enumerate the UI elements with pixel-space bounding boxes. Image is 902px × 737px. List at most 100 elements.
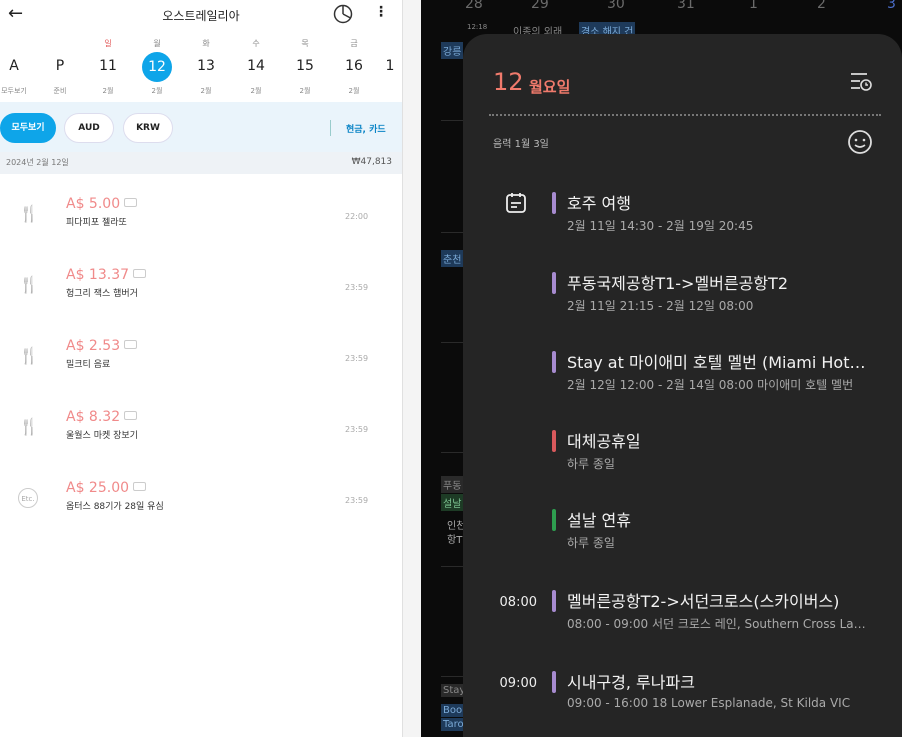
filter-all-button[interactable]: 모두보기 <box>0 113 56 143</box>
expense-amount: A$ 13.37 <box>66 267 147 283</box>
date-weekday: 일 <box>104 39 112 48</box>
expense-name: 옵터스 88기가 28일 유심 <box>66 502 164 512</box>
event-color-bar <box>552 272 556 294</box>
date-sub: 2월 <box>250 87 262 95</box>
date-item-17[interactable]: 1 <box>378 38 402 86</box>
calendar-event-icon <box>506 193 526 213</box>
date-sub: 2월 <box>299 87 311 95</box>
event-title: 호주 여행 <box>567 194 631 213</box>
date-weekday: 금 <box>350 39 358 48</box>
expense-time: 22:00 <box>345 212 369 221</box>
event-item[interactable]: 09:00 시내구경, 루나파크 09:00 - 16:00 18 Lower … <box>463 668 902 728</box>
date-weekday <box>378 38 402 50</box>
event-item[interactable]: 대체공휴일 하루 종일 <box>463 427 902 487</box>
expense-row[interactable]: 🍴 A$ 5.00 피다피포 젤라또 22:00 <box>0 180 402 251</box>
expense-time: 23:59 <box>345 354 369 363</box>
card-icon <box>133 268 147 278</box>
card-icon <box>124 197 138 207</box>
dotted-divider <box>489 114 881 116</box>
filter-krw-button[interactable]: KRW <box>123 113 173 143</box>
event-item[interactable]: 08:00 멜버른공항T2->서던크로스(스카이버스) 08:00 - 09:0… <box>463 587 902 647</box>
bg-day-number: 28 <box>465 0 483 12</box>
filter-aud-button[interactable]: AUD <box>64 113 114 143</box>
day-name: 월요일 <box>529 78 571 96</box>
event-detail: 하루 종일 <box>567 536 615 550</box>
date-item-11[interactable]: 일 11 2월 <box>88 38 128 96</box>
bg-event: 춘천 <box>441 250 464 267</box>
event-color-bar <box>552 351 556 373</box>
date-item-12[interactable]: 월 12 2월 <box>137 38 177 96</box>
bg-day-number: 30 <box>607 0 625 12</box>
event-title: 설날 연휴 <box>567 511 631 530</box>
more-options-icon[interactable]: ⋮ <box>374 4 388 20</box>
card-icon <box>133 481 147 491</box>
date-item-14[interactable]: 수 14 2월 <box>236 38 276 96</box>
date-sub: 2월 <box>102 87 114 95</box>
panel-divider <box>402 0 421 737</box>
date-sub: 2월 <box>151 87 163 95</box>
bg-gridline <box>441 452 463 453</box>
date-item-13[interactable]: 화 13 2월 <box>186 38 226 96</box>
date-weekday: 화 <box>202 39 210 48</box>
bg-day-number: 3 <box>887 0 896 12</box>
event-time: 08:00 <box>499 595 537 610</box>
expense-time: 23:59 <box>345 425 369 434</box>
date-day: P <box>55 58 65 74</box>
bg-event: 푸동 <box>441 476 464 493</box>
event-color-bar <box>552 430 556 452</box>
date-sub: 준비 <box>53 87 67 95</box>
expense-name: 울월스 마켓 장보기 <box>66 431 138 441</box>
event-title: 푸동국제공항T1->멜버른공항T2 <box>567 274 789 293</box>
bg-gridline <box>441 232 463 233</box>
date-weekday: 월 <box>153 39 161 48</box>
event-time: 09:00 <box>499 676 537 691</box>
date-day: 1 <box>385 58 395 74</box>
payment-filter-button[interactable]: 현금, 카드 <box>346 122 386 135</box>
expense-row[interactable]: 🍴 A$ 8.32 울월스 마켓 장보기 23:59 <box>0 393 402 464</box>
day-header-total: ₩47,813 <box>351 157 392 167</box>
smiley-icon[interactable] <box>847 129 873 155</box>
date-item-all[interactable]: A 모두보기 <box>0 38 34 96</box>
date-item-16[interactable]: 금 16 2월 <box>334 38 374 96</box>
bg-gridline <box>441 566 463 567</box>
event-color-bar <box>552 192 556 214</box>
date-day-selected: 12 <box>142 52 172 82</box>
date-sub: 2월 <box>348 87 360 95</box>
event-detail: 09:00 - 16:00 18 Lower Esplanade, St Kil… <box>567 696 851 710</box>
day-header-date: 2024년 2월 12일 <box>6 158 69 167</box>
date-item-prep[interactable]: P 준비 <box>40 38 80 96</box>
fork-knife-icon: 🍴 <box>19 346 39 365</box>
bg-gridline <box>441 342 463 343</box>
expense-name: 밀크티 음료 <box>66 360 111 370</box>
expense-row[interactable]: 🍴 A$ 13.37 헝그리 잭스 햄버거 23:59 <box>0 251 402 322</box>
day-number: 12 <box>493 68 524 96</box>
filter-divider <box>330 120 331 136</box>
expense-time: 23:59 <box>345 496 369 505</box>
event-item[interactable]: 호주 여행 2월 11일 14:30 - 2월 19일 20:45 <box>463 189 902 249</box>
expense-amount: A$ 5.00 <box>66 196 138 212</box>
date-day: A <box>9 58 19 74</box>
expense-row[interactable]: 🍴 A$ 2.53 밀크티 음료 23:59 <box>0 322 402 393</box>
bg-event: Taro <box>441 718 466 731</box>
date-weekday <box>40 38 80 50</box>
event-color-bar <box>552 590 556 612</box>
date-day: 16 <box>345 58 363 74</box>
expense-amount: A$ 25.00 <box>66 480 147 496</box>
event-item[interactable]: 푸동국제공항T1->멜버른공항T2 2월 11일 21:15 - 2월 12일 … <box>463 269 902 329</box>
event-item[interactable]: Stay at 마이애미 호텔 멜번 (Miami Hotel Melbourn… <box>463 348 902 408</box>
date-day: 13 <box>197 58 215 74</box>
expense-row[interactable]: Etc. A$ 25.00 옵터스 88기가 28일 유심 23:59 <box>0 464 402 535</box>
list-clock-icon[interactable] <box>849 70 873 92</box>
bg-time: 12:18 <box>467 23 488 31</box>
bg-day-number: 2 <box>817 0 826 12</box>
date-item-15[interactable]: 목 15 2월 <box>285 38 325 96</box>
event-color-bar <box>552 671 556 693</box>
pie-chart-icon[interactable] <box>333 4 353 24</box>
expense-name: 헝그리 잭스 햄버거 <box>66 289 138 299</box>
event-item[interactable]: 설날 연휴 하루 종일 <box>463 506 902 566</box>
event-detail: 08:00 - 09:00 서던 크로스 레인, Southern Cross … <box>567 617 867 631</box>
bg-event: 설날 <box>441 494 464 511</box>
bg-event: Boo <box>441 704 465 717</box>
date-day: 11 <box>99 58 117 74</box>
bg-day-number: 1 <box>749 0 758 12</box>
